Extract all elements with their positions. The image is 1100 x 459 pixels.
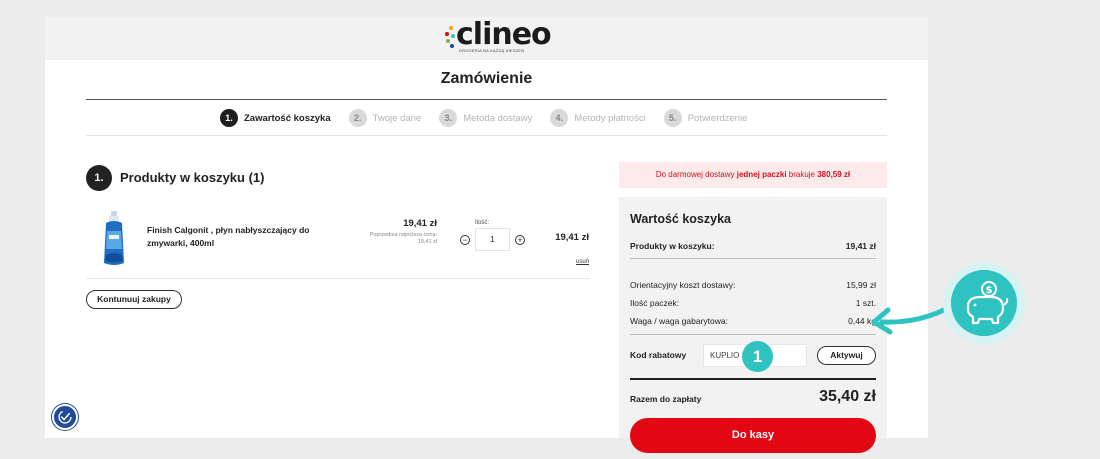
coupon-label: Kod rabatowy [630,350,687,360]
logo-tagline: DROGERIA NA KAŻDĄ KIESZEŃ [459,48,525,53]
continue-shopping-button[interactable]: Kontunuuj zakupy [86,290,182,309]
notice-highlight: jednej paczki [736,170,787,179]
divider [630,258,876,259]
product-price: 19,41 zł [403,218,437,229]
product-name[interactable]: Finish Calgonit , płyn nabłyszczający do… [147,224,327,250]
divider [630,334,876,335]
summary-title: Wartość koszyka [630,212,731,226]
step-label: Twoje dane [372,112,422,124]
packages-row: Ilość paczek: 1 szt. [630,298,876,308]
divider [86,278,590,279]
remove-link[interactable]: usuń [565,259,589,265]
products-label: Produkty w koszyku: [630,241,715,251]
previous-lowest-price: Poprzednia najniższa cena: 19,41 zł [325,232,437,246]
checkout-button[interactable]: Do kasy [630,418,876,453]
step-label: Metoda dostawy [463,112,533,124]
step-confirmation[interactable]: 5. Potwierdzenie [663,109,748,127]
previous-price-label: Poprzednia najniższa cena: [369,232,437,238]
step-number: 3. [439,109,458,127]
products-row: Produkty w koszyku: 19,41 zł [630,241,876,251]
divider [630,378,876,380]
svg-text:$: $ [986,285,993,296]
logo-text: clineo [456,17,552,52]
line-total: 19,41 zł [555,232,589,243]
section-number: 1. [86,165,112,191]
weight-row: Waga / waga gabarytowa: 0,44 kg [630,316,876,326]
step-label: Potwierdzenie [687,112,748,124]
step-badge: 1 [742,341,773,372]
decrease-quantity-icon[interactable]: − [460,235,470,245]
total-label: Razem do zapłaty [630,394,702,404]
shipping-value: 15,99 zł [846,280,876,290]
product-image[interactable] [101,211,127,267]
quantity-input[interactable]: 1 [475,228,510,251]
piggy-bank-icon: $ [951,270,1017,336]
previous-price-value: 19,41 zł [417,239,437,245]
page-title: Zamówienie [440,70,533,87]
notice-amount: 380,59 zł [817,170,851,179]
step-delivery[interactable]: 3. Metoda dostawy [439,109,532,127]
accessibility-icon[interactable] [52,404,78,430]
section-title: Produkty w koszyku (1) [120,170,265,185]
notice-middle: brakuje [786,170,818,179]
activate-coupon-button[interactable]: Aktywuj [817,346,876,365]
free-delivery-notice: Do darmowej dostawy jednej paczki brakuj… [619,162,887,188]
step-number: 5. [663,109,682,127]
increase-quantity-icon[interactable]: + [515,235,525,245]
shipping-row: Orientacyjny koszt dostawy: 15,99 zł [630,280,876,290]
total-value: 35,40 zł [819,388,876,405]
step-payment[interactable]: 4. Metody płatności [550,109,646,127]
step-cart[interactable]: 1. Zawartość koszyka [220,109,331,127]
step-number: 4. [550,109,569,127]
step-your-data[interactable]: 2. Twoje dane [348,109,422,127]
weight-label: Waga / waga gabarytowa: [630,316,728,326]
step-number: 2. [348,109,367,127]
clineo-logo[interactable]: clineo DROGERIA NA KAŻDĄ KIESZEŃ [445,18,552,57]
divider [86,135,887,136]
quantity-label: Ilość: [475,220,490,226]
step-label: Zawartość koszyka [244,112,331,124]
cart-summary: Wartość koszyka Produkty w koszyku: 19,4… [619,197,887,453]
page-card: clineo DROGERIA NA KAŻDĄ KIESZEŃ Zamówie… [45,17,928,453]
products-value: 19,41 zł [845,241,876,251]
divider [86,99,887,100]
step-number: 1. [220,109,238,127]
checkout-steps: 1. Zawartość koszyka 2. Twoje dane 3. Me… [220,108,765,128]
shipping-label: Orientacyjny koszt dostawy: [630,280,736,290]
packages-label: Ilość paczek: [630,298,680,308]
step-label: Metody płatności [574,112,646,124]
notice-prefix: Do darmowej dostawy [655,170,737,179]
header-bar: clineo DROGERIA NA KAŻDĄ KIESZEŃ [45,17,928,60]
